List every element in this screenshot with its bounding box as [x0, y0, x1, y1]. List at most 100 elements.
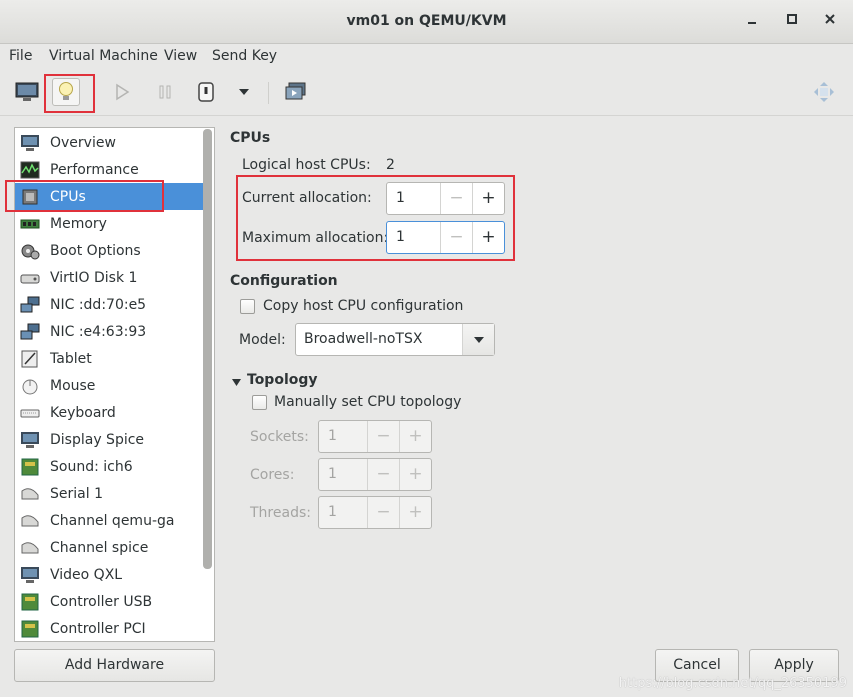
increment-button[interactable]: +	[399, 459, 431, 490]
screenshot-icon[interactable]	[282, 78, 310, 106]
window-titlebar: vm01 on QEMU/KVM	[0, 0, 853, 44]
disk-icon	[19, 268, 41, 288]
sound-icon	[19, 457, 41, 477]
manual-topology-checkbox[interactable]	[252, 395, 267, 410]
sockets-spinner[interactable]: 1 − +	[318, 420, 432, 453]
minimize-icon[interactable]	[740, 10, 764, 34]
sidebar-item-mouse[interactable]: Mouse	[15, 372, 203, 399]
logical-host-cpus-value: 2	[386, 157, 395, 173]
sidebar-item-performance[interactable]: Performance	[15, 156, 203, 183]
sidebar-item-label: Channel qemu-ga	[50, 512, 175, 529]
menu-view[interactable]: View	[164, 48, 197, 64]
watermark-text: https://blog.csdn.net/qq_26350199	[618, 676, 847, 691]
sidebar-item-tablet[interactable]: Tablet	[15, 345, 203, 372]
sidebar-item-label: Video QXL	[50, 566, 123, 583]
threads-spinner[interactable]: 1 − +	[318, 496, 432, 529]
cores-spinner[interactable]: 1 − +	[318, 458, 432, 491]
toolbar	[0, 70, 853, 116]
monitor-icon[interactable]	[13, 78, 41, 106]
sidebar-item-label: Memory	[50, 215, 107, 232]
close-icon[interactable]	[818, 10, 842, 34]
sidebar-item-channel-spice[interactable]: Channel spice	[15, 534, 203, 561]
menu-file[interactable]: File	[9, 48, 32, 64]
add-hardware-button[interactable]: Add Hardware	[14, 649, 215, 682]
sidebar-scrollbar[interactable]	[203, 129, 212, 569]
play-icon[interactable]	[108, 78, 136, 106]
expander-arrow-icon[interactable]	[231, 375, 242, 391]
sidebar-item-label: Controller PCI	[50, 620, 146, 637]
sidebar-item-overview[interactable]: Overview	[15, 129, 203, 156]
sidebar-item-video-qxl[interactable]: Video QXL	[15, 561, 203, 588]
highlight-box-allocation	[236, 175, 515, 261]
maximize-icon[interactable]	[780, 10, 804, 34]
sidebar-item-label: NIC :dd:70:e5	[50, 296, 147, 313]
menu-bar: File Virtual Machine View Send Key	[0, 44, 853, 70]
sidebar-item-serial[interactable]: Serial 1	[15, 480, 203, 507]
toolbar-separator	[268, 82, 269, 104]
channel-icon	[19, 538, 41, 558]
sidebar-item-label: Tablet	[50, 350, 92, 367]
nic-icon	[19, 295, 41, 315]
sidebar-item-label: Overview	[50, 134, 116, 151]
sidebar-item-display-spice[interactable]: Display Spice	[15, 426, 203, 453]
sockets-value[interactable]: 1	[319, 421, 367, 452]
sidebar-item-label: Mouse	[50, 377, 96, 394]
nic-icon	[19, 322, 41, 342]
cores-label: Cores:	[250, 467, 295, 483]
display-icon	[19, 430, 41, 450]
cpus-heading: CPUs	[230, 130, 271, 146]
copy-host-cpu-label[interactable]: Copy host CPU configuration	[263, 298, 463, 314]
sidebar-item-label: Boot Options	[50, 242, 141, 259]
mouse-icon	[19, 376, 41, 396]
manual-topology-label[interactable]: Manually set CPU topology	[274, 394, 461, 410]
increment-button[interactable]: +	[399, 421, 431, 452]
tablet-icon	[19, 349, 41, 369]
model-combobox[interactable]: Broadwell-noTSX	[295, 323, 495, 356]
dropdown-arrow-icon[interactable]	[230, 78, 258, 106]
copy-host-cpu-checkbox[interactable]	[240, 299, 255, 314]
fullscreen-icon[interactable]	[810, 78, 838, 106]
sidebar-item-label: Channel spice	[50, 539, 149, 556]
sidebar-item-label: Performance	[50, 161, 139, 178]
configuration-heading: Configuration	[230, 273, 338, 289]
cores-value[interactable]: 1	[319, 459, 367, 490]
performance-icon	[19, 160, 41, 180]
sidebar-item-boot-options[interactable]: Boot Options	[15, 237, 203, 264]
power-icon[interactable]	[192, 78, 220, 106]
sidebar-item-label: NIC :e4:63:93	[50, 323, 147, 340]
sidebar-item-nic-1[interactable]: NIC :dd:70:e5	[15, 291, 203, 318]
controller-icon	[19, 592, 41, 612]
memory-icon	[19, 214, 41, 234]
boot-options-icon	[19, 241, 41, 261]
sidebar-item-controller-usb[interactable]: Controller USB	[15, 588, 203, 615]
logical-host-cpus-label: Logical host CPUs:	[242, 157, 371, 173]
increment-button[interactable]: +	[399, 497, 431, 528]
pause-icon[interactable]	[151, 78, 179, 106]
model-label: Model:	[239, 332, 286, 348]
sidebar-item-label: VirtIO Disk 1	[50, 269, 138, 286]
chevron-down-icon[interactable]	[462, 324, 494, 355]
sidebar-item-controller-pci[interactable]: Controller PCI	[15, 615, 203, 641]
decrement-button[interactable]: −	[367, 421, 399, 452]
sockets-label: Sockets:	[250, 429, 309, 445]
serial-icon	[19, 484, 41, 504]
sidebar-item-sound[interactable]: Sound: ich6	[15, 453, 203, 480]
threads-label: Threads:	[250, 505, 311, 521]
sidebar-item-memory[interactable]: Memory	[15, 210, 203, 237]
sidebar-item-label: Keyboard	[50, 404, 116, 421]
decrement-button[interactable]: −	[367, 459, 399, 490]
threads-value[interactable]: 1	[319, 497, 367, 528]
menu-send-key[interactable]: Send Key	[212, 48, 277, 64]
decrement-button[interactable]: −	[367, 497, 399, 528]
model-value[interactable]: Broadwell-noTSX	[296, 324, 462, 355]
topology-heading[interactable]: Topology	[247, 372, 318, 388]
sidebar-item-label: Display Spice	[50, 431, 145, 448]
sidebar-item-label: Sound: ich6	[50, 458, 133, 475]
window-title: vm01 on QEMU/KVM	[346, 13, 507, 29]
highlight-box-cpus	[5, 180, 164, 212]
menu-virtual-machine[interactable]: Virtual Machine	[49, 48, 158, 64]
sidebar-item-keyboard[interactable]: Keyboard	[15, 399, 203, 426]
sidebar-item-channel-qemu-ga[interactable]: Channel qemu-ga	[15, 507, 203, 534]
sidebar-item-nic-2[interactable]: NIC :e4:63:93	[15, 318, 203, 345]
sidebar-item-virtio-disk[interactable]: VirtIO Disk 1	[15, 264, 203, 291]
